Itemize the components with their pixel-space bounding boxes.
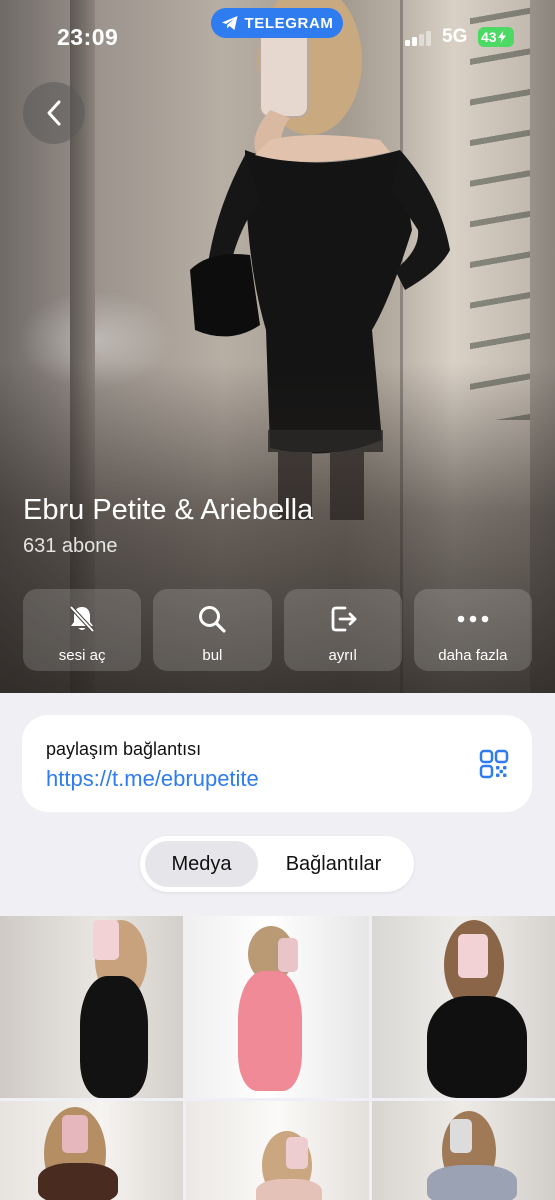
search-icon	[196, 603, 228, 635]
battery-icon: 43	[478, 27, 514, 47]
media-grid	[0, 916, 555, 1200]
leave-label: ayrıl	[328, 647, 357, 664]
share-link-card[interactable]: paylaşım bağlantısı https://t.me/ebrupet…	[22, 715, 532, 812]
media-thumbnail[interactable]	[0, 1101, 183, 1200]
return-to-telegram-pill[interactable]: TELEGRAM	[211, 8, 343, 38]
search-label: bul	[202, 647, 223, 664]
bell-slash-icon	[66, 603, 98, 635]
leave-button[interactable]: ayrıl	[283, 589, 402, 671]
status-bar: 23:09 TELEGRAM 5G 43	[0, 0, 555, 60]
media-tabs: Medya Bağlantılar	[140, 836, 414, 892]
cellular-signal-icon	[405, 30, 433, 46]
network-type: 5G	[442, 26, 468, 47]
battery-level: 43	[481, 29, 497, 45]
media-thumbnail[interactable]	[186, 1101, 369, 1200]
chevron-left-icon	[47, 100, 61, 126]
charging-bolt-icon	[497, 31, 506, 43]
search-button[interactable]: bul	[153, 589, 272, 671]
tab-media[interactable]: Medya	[145, 841, 258, 887]
telegram-pill-label: TELEGRAM	[244, 14, 334, 32]
media-thumbnail[interactable]	[0, 916, 183, 1098]
status-time: 23:09	[57, 24, 119, 50]
media-thumbnail[interactable]	[372, 1101, 555, 1200]
channel-actions: sesi aç bul ayrıl daha fazla	[23, 589, 532, 671]
telegram-plane-icon	[221, 16, 238, 30]
media-thumbnail[interactable]	[372, 916, 555, 1098]
tab-links[interactable]: Bağlantılar	[258, 841, 409, 887]
leave-icon	[327, 603, 359, 635]
back-button[interactable]	[23, 82, 85, 144]
more-button[interactable]: daha fazla	[413, 589, 532, 671]
unmute-label: sesi aç	[58, 647, 106, 664]
share-link-url[interactable]: https://t.me/ebrupetite	[46, 766, 259, 792]
share-link-label: paylaşım bağlantısı	[46, 739, 202, 759]
unmute-button[interactable]: sesi aç	[23, 589, 142, 671]
channel-title: Ebru Petite & Ariebella	[23, 494, 314, 526]
qr-code-icon[interactable]	[478, 748, 510, 780]
subscriber-count: 631 abone	[23, 535, 118, 557]
more-label: daha fazla	[438, 647, 508, 664]
media-thumbnail[interactable]	[186, 916, 369, 1098]
more-dots-icon	[457, 603, 489, 635]
